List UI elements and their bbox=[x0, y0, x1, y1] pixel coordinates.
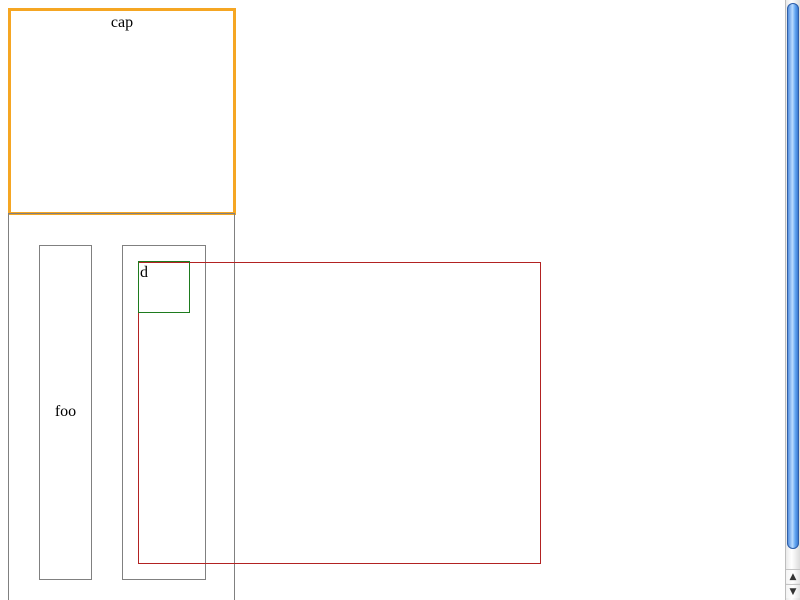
caption-box: cap bbox=[8, 8, 236, 215]
caption-label: cap bbox=[110, 14, 134, 31]
red-overflow-box bbox=[138, 262, 541, 564]
arrow-down-icon[interactable]: ▼ bbox=[786, 584, 800, 598]
green-box: d bbox=[138, 261, 190, 313]
vertical-scrollbar[interactable]: ▲ ▼ bbox=[785, 0, 800, 600]
page-canvas: cap foo d ▲ ▼ bbox=[0, 0, 800, 600]
d-label: d bbox=[140, 264, 148, 281]
arrow-up-icon[interactable]: ▲ bbox=[786, 569, 800, 583]
scroll-thumb[interactable] bbox=[787, 3, 799, 549]
foo-cell: foo bbox=[39, 245, 92, 580]
foo-label: foo bbox=[54, 403, 77, 420]
